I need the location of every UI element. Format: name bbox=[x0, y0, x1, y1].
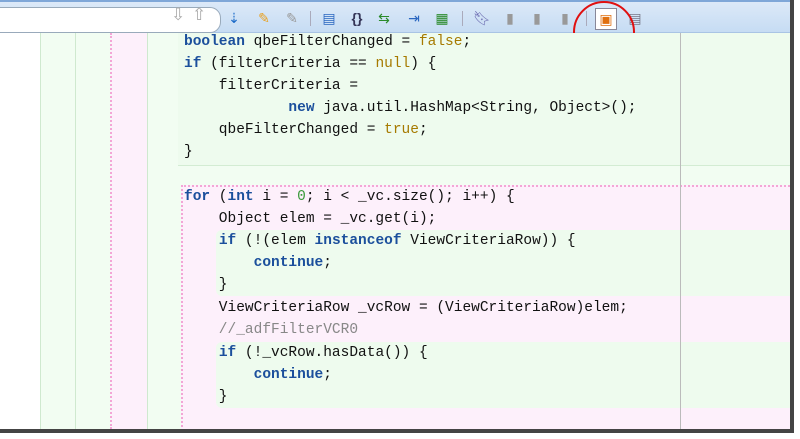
editor-toolbar: ⇩ ⇧ ⇣ ✎ ✎ ▤ {} ⇆ ⇥ ▦ 🔖︎ ▮ ▮ ▮ ▣ ▤ bbox=[0, 0, 792, 33]
code-line: } bbox=[184, 144, 193, 160]
find-next-icon[interactable]: ⇧ bbox=[192, 5, 206, 25]
code-line: if (!_vcRow.hasData()) { bbox=[218, 345, 428, 361]
code-line: } bbox=[184, 277, 228, 293]
bookmark-icon[interactable]: 🔖︎ bbox=[472, 8, 492, 28]
search-input[interactable] bbox=[0, 7, 221, 33]
code-line: continue; bbox=[253, 367, 332, 383]
find-previous-icon[interactable]: ⇩ bbox=[171, 5, 185, 25]
code-line: continue; bbox=[253, 255, 332, 271]
toggle-line-numbers-icon[interactable]: ⇣ bbox=[224, 8, 244, 28]
indent-icon[interactable]: ▦ bbox=[432, 8, 452, 28]
guide-line bbox=[147, 33, 148, 429]
code-line: ViewCriteriaRow _vcRow = (ViewCriteriaRo… bbox=[184, 300, 628, 316]
next-bookmark-icon[interactable]: ▮ bbox=[500, 8, 520, 28]
compare-icon[interactable]: ⇆ bbox=[374, 8, 394, 28]
code-line: } bbox=[184, 389, 228, 405]
code-comment: //_adfFilterVCR0 bbox=[184, 322, 359, 338]
code-editor[interactable]: boolean qbeFilterChanged = false; if (fi… bbox=[0, 33, 790, 429]
guide-line bbox=[75, 33, 76, 429]
clear-highlight-icon[interactable]: ✎ bbox=[282, 8, 302, 28]
code-line: boolean qbeFilterChanged = false; bbox=[184, 34, 472, 50]
window-border bbox=[790, 0, 794, 432]
separator bbox=[310, 11, 311, 26]
source-view-icon[interactable]: ▤ bbox=[319, 8, 339, 28]
code-line: if (!(elem instanceof ViewCriteriaRow)) … bbox=[218, 233, 576, 249]
guide-line bbox=[40, 33, 41, 429]
code-line: for (int i = 0; i < _vc.size(); i++) { bbox=[184, 189, 515, 205]
brace-match-icon[interactable]: {} bbox=[347, 8, 367, 28]
code-line: new java.util.HashMap<String, Object>(); bbox=[288, 100, 637, 116]
reformat-icon[interactable]: ⇥ bbox=[404, 8, 424, 28]
code-line: if (filterCriteria == null) { bbox=[184, 56, 437, 72]
right-margin-line bbox=[680, 33, 681, 429]
separator bbox=[462, 11, 463, 26]
dotted-guide bbox=[110, 33, 112, 429]
clear-bookmarks-icon[interactable]: ▮ bbox=[555, 8, 575, 28]
previous-bookmark-icon[interactable]: ▮ bbox=[527, 8, 547, 28]
code-line: filterCriteria = bbox=[184, 78, 359, 94]
code-line: qbeFilterChanged = true; bbox=[184, 122, 428, 138]
code-line: Object elem = _vc.get(i); bbox=[184, 211, 437, 227]
gutter-pink-column bbox=[111, 33, 147, 429]
highlight-icon[interactable]: ✎ bbox=[254, 8, 274, 28]
window-border bbox=[0, 429, 794, 433]
